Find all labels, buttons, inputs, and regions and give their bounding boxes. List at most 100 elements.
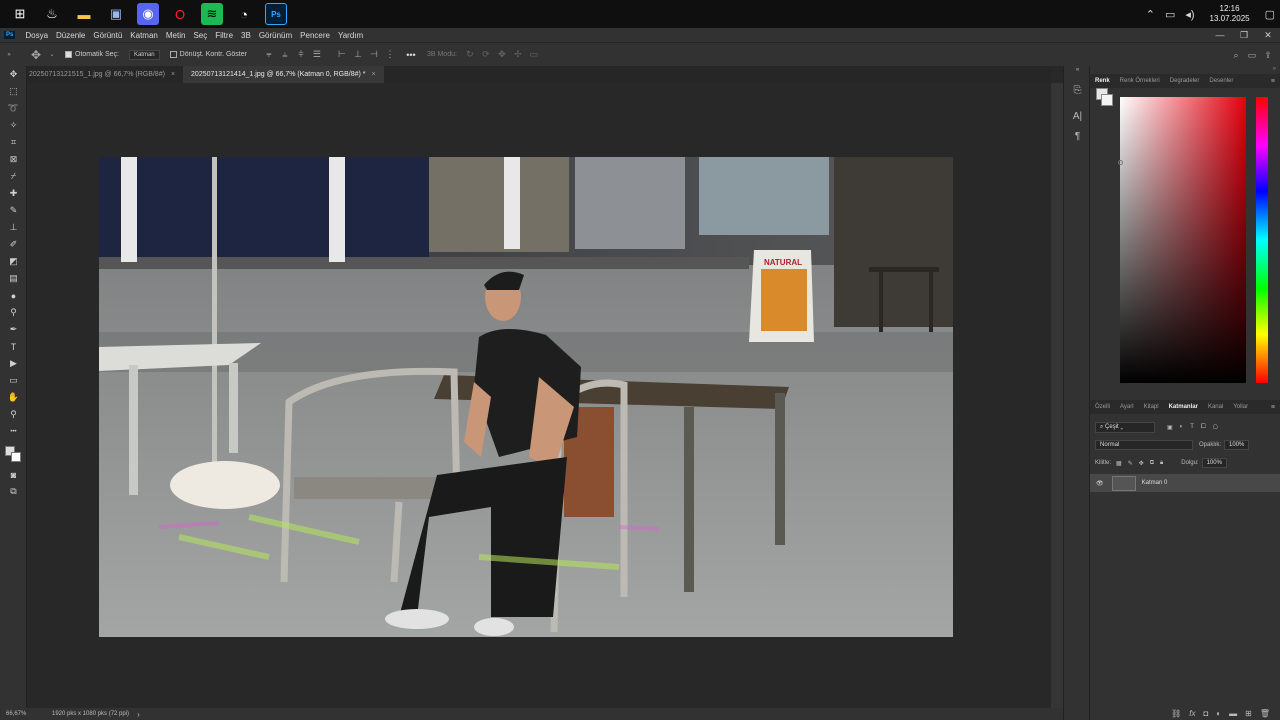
panel-tab-1[interactable]: Özelli — [1090, 404, 1115, 410]
panel-tab-4[interactable]: Katmanlar — [1164, 404, 1203, 410]
transform-controls-option[interactable]: Dönüşt. Kontr. Göster — [169, 51, 247, 58]
menu-2[interactable]: Düzenle — [52, 31, 89, 40]
panel-menu-icon[interactable]: ≡ — [1271, 404, 1275, 411]
quick-select-tool-icon[interactable]: ✧ — [0, 117, 27, 134]
frame-tool-icon[interactable]: ⊠ — [0, 151, 27, 168]
close-tab-icon[interactable]: × — [171, 66, 175, 83]
auto-select-dropdown[interactable]: Katman — [128, 49, 160, 60]
canvas-area[interactable]: NATURAL — [27, 83, 1051, 708]
new-group-icon[interactable]: ▬ — [1229, 709, 1237, 718]
filter-adjust-icon[interactable]: ◐ — [1180, 424, 1184, 430]
zoom-level[interactable]: 66,67% — [6, 711, 46, 717]
panel-collapse-icon[interactable]: » — [1090, 66, 1280, 74]
discord-icon[interactable]: ◉ — [137, 3, 159, 25]
lock-position-icon[interactable]: ✥ — [1139, 460, 1144, 467]
fg-bg-swatches[interactable] — [1096, 88, 1114, 108]
windows-start-icon[interactable]: ⊞ — [9, 3, 31, 25]
screen-mode-icon[interactable]: ⧉ — [0, 483, 27, 500]
panel-tab-5[interactable]: Kanal — [1203, 404, 1228, 410]
quick-mask-icon[interactable]: ◙ — [0, 466, 27, 483]
link-layers-icon[interactable]: ⛓︎ — [1171, 709, 1181, 718]
add-mask-icon[interactable]: ◘ — [1203, 709, 1208, 718]
3d-drag-icon[interactable]: ✥ — [495, 49, 509, 60]
workspace-icon[interactable]: ▭ — [1245, 50, 1259, 61]
align-bottom-icon[interactable]: ⫩ — [294, 49, 308, 60]
fill-field[interactable]: 100% — [1201, 458, 1227, 468]
adjustment-icon[interactable]: ◐ — [1216, 709, 1221, 718]
menu-5[interactable]: Metin — [162, 31, 190, 40]
vertical-scrollbar[interactable] — [1051, 83, 1063, 708]
lock-transparent-icon[interactable]: ▦ — [1116, 460, 1122, 467]
clock[interactable]: 12:16 13.07.2025 — [1210, 4, 1250, 24]
3d-slide-icon[interactable]: ✢ — [511, 49, 525, 60]
panel-menu-icon[interactable]: ≡ — [1271, 78, 1275, 85]
align-left-icon[interactable]: ⊢ — [335, 49, 349, 60]
delete-layer-icon[interactable]: 🗑︎ — [1260, 709, 1270, 718]
document-image[interactable]: NATURAL — [99, 157, 953, 637]
distribute-icon[interactable]: ☰ — [310, 49, 324, 60]
layer-filter-dropdown[interactable]: ⌕ Çeşit ⌄ — [1095, 421, 1155, 433]
shape-tool-icon[interactable]: ▭ — [0, 372, 27, 389]
lasso-tool-icon[interactable]: ➰ — [0, 100, 27, 117]
collapse-panels-icon[interactable]: « — [1064, 66, 1091, 74]
visibility-eye-icon[interactable]: 👁︎ — [1096, 480, 1104, 487]
panel-tab-3[interactable]: Degradeler — [1165, 78, 1205, 84]
doc-tab-2[interactable]: 20250713121414_1.jpg @ 66,7% (Katman 0, … — [183, 66, 384, 83]
chevron-up-icon[interactable]: ⌃ — [1146, 8, 1155, 21]
tool-bg-swatch[interactable] — [11, 452, 21, 462]
3d-scale-icon[interactable]: ▭ — [527, 49, 541, 60]
minimize-icon[interactable]: — — [1208, 28, 1232, 42]
eraser-tool-icon[interactable]: ◩ — [0, 253, 27, 270]
network-icon[interactable]: ▭ — [1165, 8, 1175, 21]
panel-tab-4[interactable]: Desenler — [1204, 78, 1238, 84]
opacity-field[interactable]: 100% — [1224, 440, 1250, 450]
crop-tool-icon[interactable]: ⌗ — [0, 134, 27, 151]
doc-tab-1[interactable]: 20250713121515_1.jpg @ 66,7% (RGB/8#) × — [21, 66, 183, 83]
color-field[interactable] — [1118, 97, 1246, 383]
more-options-icon[interactable]: ••• — [404, 50, 418, 60]
align-hcenter-icon[interactable]: ⊥ — [351, 49, 365, 60]
menu-6[interactable]: Seç — [189, 31, 211, 40]
opera-icon[interactable]: O — [169, 3, 191, 25]
menu-8[interactable]: 3B — [237, 31, 255, 40]
panel-tab-3[interactable]: Kitapl — [1139, 404, 1164, 410]
blend-mode-dropdown[interactable]: Normal — [1095, 440, 1193, 450]
lock-artboard-icon[interactable]: ⧉ — [1150, 460, 1154, 467]
share-icon[interactable]: ⇪ — [1261, 50, 1275, 61]
panel-tab-6[interactable]: Yollar — [1228, 404, 1253, 410]
auto-select-option[interactable]: Otomatik Seç: — [65, 51, 119, 58]
fx-icon[interactable]: fx — [1189, 709, 1195, 718]
menu-9[interactable]: Görünüm — [255, 31, 296, 40]
3d-roll-icon[interactable]: ⟳ — [479, 49, 493, 60]
panel-tab-2[interactable]: Renk Örnekleri — [1115, 78, 1165, 84]
tool-color-swatches[interactable] — [0, 440, 27, 466]
restore-icon[interactable]: ❐ — [1232, 28, 1256, 42]
character-icon[interactable]: A| — [1064, 106, 1091, 126]
close-tab-icon[interactable]: × — [371, 66, 375, 83]
layer-row[interactable]: 👁︎ Katman 0 — [1090, 474, 1280, 492]
filter-shape-icon[interactable]: ⧠ — [1201, 424, 1206, 431]
menu-10[interactable]: Pencere — [296, 31, 334, 40]
panel-tab-1[interactable]: Renk — [1090, 78, 1115, 84]
recorder-icon[interactable]: ◔ — [233, 3, 255, 25]
blur-tool-icon[interactable]: ● — [0, 287, 27, 304]
layer-name[interactable]: Katman 0 — [1142, 480, 1168, 486]
paragraph-icon[interactable]: ¶ — [1064, 126, 1091, 146]
panel-tab-2[interactable]: Ayarl — [1115, 404, 1139, 410]
speaker-icon[interactable]: ◂) — [1185, 8, 1194, 21]
lock-all-icon[interactable]: 🔒︎ — [1160, 460, 1163, 467]
hue-slider[interactable] — [1256, 97, 1268, 383]
healing-tool-icon[interactable]: ✚ — [0, 185, 27, 202]
collapse-arrows-icon[interactable]: » — [2, 52, 16, 58]
close-icon[interactable]: ✕ — [1256, 28, 1280, 42]
filter-type-icon[interactable]: T — [1190, 424, 1194, 430]
filter-smart-icon[interactable]: ⎔ — [1213, 424, 1218, 431]
history-brush-icon[interactable]: ✐ — [0, 236, 27, 253]
steam-icon[interactable]: ♨ — [41, 3, 63, 25]
preset-dropdown-icon[interactable]: ⌄ — [45, 51, 59, 58]
background-swatch[interactable] — [1101, 94, 1113, 106]
new-layer-icon[interactable]: ⊞ — [1245, 709, 1252, 718]
marquee-tool-icon[interactable]: ⬚ — [0, 83, 27, 100]
type-tool-icon[interactable]: T — [0, 338, 27, 355]
photoshop-taskbar-icon[interactable]: Ps — [265, 3, 287, 25]
